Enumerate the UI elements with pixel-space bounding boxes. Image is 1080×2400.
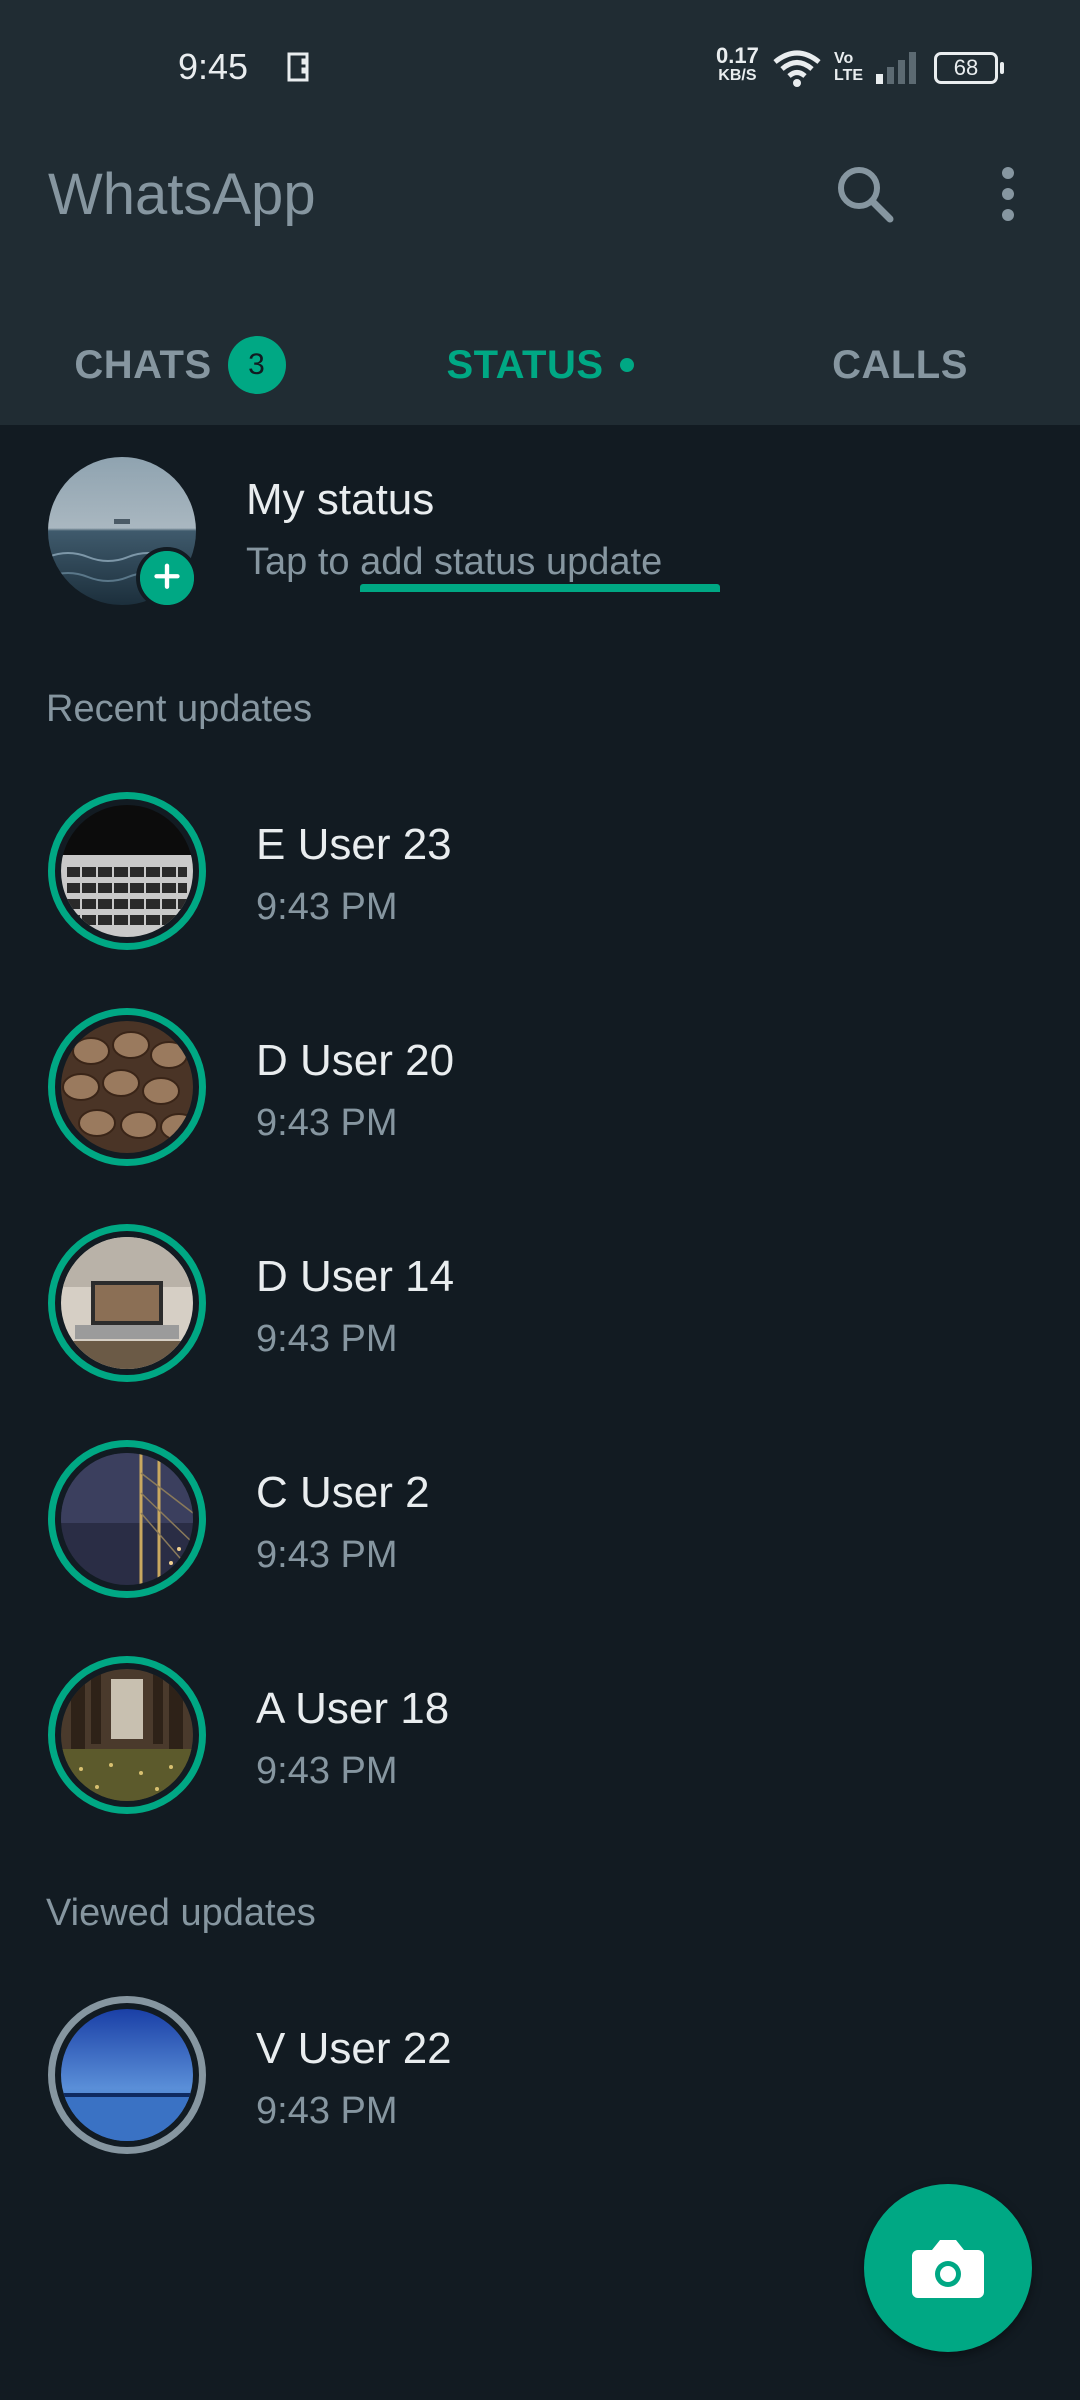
tab-status-label: STATUS	[446, 342, 604, 387]
status-ring	[48, 1008, 206, 1166]
tab-status[interactable]: STATUS	[360, 305, 720, 425]
camera-fab[interactable]	[864, 2184, 1032, 2352]
my-status-title: My status	[246, 475, 435, 524]
status-ring	[48, 1656, 206, 1814]
laptop-photo	[61, 1237, 193, 1369]
coffee-beans-photo	[61, 1021, 193, 1153]
viewed-updates-header: Viewed updates	[46, 1892, 316, 1934]
status-row[interactable]: V User 22 9:43 PM	[0, 1980, 1080, 2180]
wifi-icon	[773, 50, 821, 87]
network-speed-unit: KB/S	[718, 67, 757, 84]
my-status-row[interactable]: My status Tap to add status update	[0, 425, 1080, 625]
bridge-night-photo	[61, 1453, 193, 1585]
unread-badge: 3	[227, 336, 286, 394]
search-icon[interactable]	[830, 159, 900, 229]
battery-icon: 68	[934, 52, 1004, 84]
avatar	[61, 805, 193, 937]
status-time: 9:43 PM	[256, 1534, 398, 1576]
status-row[interactable]: D User 14 9:43 PM	[0, 1208, 1080, 1408]
notification-icon	[287, 52, 309, 82]
sky-photo	[61, 2009, 193, 2141]
status-time: 9:43 PM	[256, 1750, 398, 1792]
app-bar: WhatsApp CHATS 3 STATUS CALLS	[0, 135, 1080, 592]
my-status-subtitle: Tap to add status update	[246, 541, 663, 583]
status-ring	[48, 792, 206, 950]
status-ring	[48, 1224, 206, 1382]
more-vert-icon[interactable]	[990, 159, 1026, 229]
contact-name: C User 2	[256, 1468, 430, 1517]
status-row[interactable]: A User 18 9:43 PM	[0, 1640, 1080, 1840]
camera-icon	[912, 2240, 984, 2298]
avatar	[61, 2009, 193, 2141]
status-time: 9:43 PM	[256, 2090, 398, 2132]
add-status-icon[interactable]	[136, 547, 198, 609]
avatar	[61, 1237, 193, 1369]
network-speed-value: 0.17	[716, 43, 759, 68]
contact-name: E User 23	[256, 820, 452, 869]
status-row[interactable]: E User 23 9:43 PM	[0, 776, 1080, 976]
new-status-dot	[619, 358, 634, 372]
recent-updates-header: Recent updates	[46, 688, 313, 730]
pier-photo	[61, 1669, 193, 1801]
status-time: 9:43 PM	[256, 1318, 398, 1360]
status-row[interactable]: D User 20 9:43 PM	[0, 992, 1080, 1192]
status-row[interactable]: C User 2 9:43 PM	[0, 1424, 1080, 1624]
tab-chats-label: CHATS	[74, 342, 212, 387]
contact-name: D User 14	[256, 1252, 455, 1301]
volte-top: Vo	[834, 50, 854, 67]
contact-name: D User 20	[256, 1036, 455, 1085]
signal-icon	[876, 52, 916, 84]
avatar	[61, 1021, 193, 1153]
avatar	[61, 1669, 193, 1801]
status-time: 9:43 PM	[256, 1102, 398, 1144]
keyboard-photo	[61, 805, 193, 937]
tab-chats[interactable]: CHATS 3	[0, 305, 360, 425]
avatar	[61, 1453, 193, 1585]
volte-indicator: Vo LTE	[834, 50, 863, 84]
status-ring	[48, 1440, 206, 1598]
status-time: 9:43 PM	[256, 886, 398, 928]
status-ring	[48, 1996, 206, 2154]
volte-bottom: LTE	[834, 67, 864, 84]
tab-calls-label: CALLS	[832, 342, 968, 387]
contact-name: A User 18	[256, 1684, 450, 1733]
system-status-bar: 9:45 0.17 KB/S Vo LTE 68	[0, 0, 1080, 135]
contact-name: V User 22	[256, 2024, 452, 2073]
network-speed: 0.17 KB/S	[716, 43, 759, 86]
tab-bar: CHATS 3 STATUS CALLS	[0, 305, 1080, 592]
clock: 9:45	[178, 46, 249, 87]
app-title: WhatsApp	[48, 162, 316, 227]
tab-calls[interactable]: CALLS	[720, 305, 1080, 425]
